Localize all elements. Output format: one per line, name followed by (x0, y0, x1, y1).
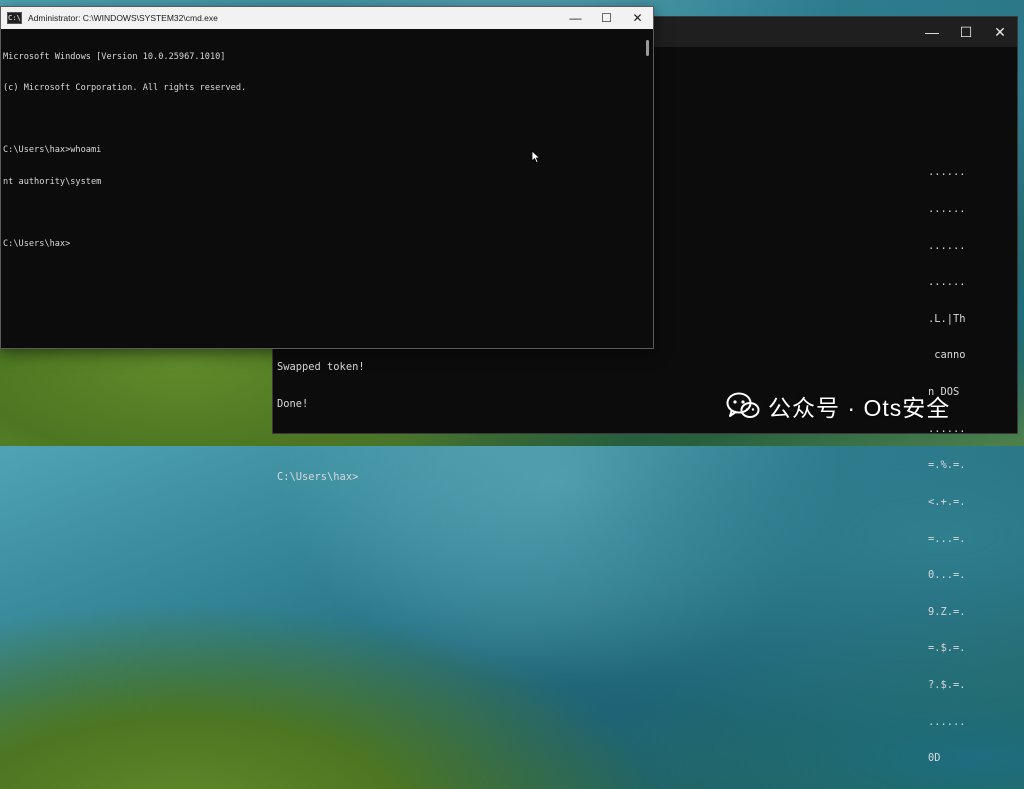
console-line: =.%.=. (928, 459, 966, 472)
console-output[interactable]: Microsoft Windows [Version 10.0.25967.10… (3, 31, 639, 346)
console-line: ...... (928, 203, 966, 216)
window-title: Administrator: C:\WINDOWS\SYSTEM32\cmd.e… (28, 13, 218, 23)
console-line: Done! (277, 398, 309, 411)
mouse-pointer-icon (531, 150, 541, 164)
console-line: nt authority\system (3, 176, 102, 187)
minimize-button[interactable]: — (560, 7, 591, 29)
wechat-icon (726, 392, 760, 418)
console-line: ​ (277, 435, 365, 447)
cmd-window[interactable]: C:\ Administrator: C:\WINDOWS\SYSTEM32\c… (0, 6, 654, 349)
console-line: 0D (928, 752, 941, 765)
console-line: canno (928, 349, 966, 362)
console-line: (c) Microsoft Corporation. All rights re… (3, 83, 247, 94)
console-output-fragments: ...... ...... ...... ...... .L.|Th canno… (928, 142, 998, 789)
console-prompt[interactable]: C:\Users\hax> (3, 239, 639, 249)
console-line: Swapped token! (277, 361, 365, 374)
minimize-button[interactable]: — (915, 17, 949, 47)
console-line: ​ (3, 114, 639, 124)
console-line: ...... (928, 166, 966, 179)
cmd-window-controls: — ☐ ✕ (560, 7, 653, 29)
console-line: Microsoft Windows [Version 10.0.25967.10… (3, 51, 226, 62)
console-line: C:\Users\hax>whoami (3, 145, 102, 156)
console-line: 9.Z.=. (928, 605, 966, 618)
console-line: ...... (928, 422, 966, 435)
console-line: ?.$.=. (928, 678, 966, 691)
console-line: ...... (928, 276, 966, 289)
console-line: =...=. (928, 532, 966, 545)
console-line: 0...=. (928, 569, 966, 582)
console-line: ​ (3, 208, 639, 218)
console-line: ...... (928, 239, 966, 252)
background-window-controls: — ☐ ✕ (915, 17, 1017, 47)
cmd-window-titlebar[interactable]: C:\ Administrator: C:\WINDOWS\SYSTEM32\c… (1, 7, 653, 29)
watermark-text: 公众号 · Ots安全 (768, 395, 951, 421)
close-button[interactable]: ✕ (983, 17, 1017, 47)
desktop-background: — ☐ ✕ ...... ...... ...... ...... .L.|Th… (0, 0, 1024, 764)
cmd-icon: C:\ (7, 12, 22, 24)
console-line: =.$.=. (928, 642, 966, 655)
maximize-button[interactable]: ☐ (949, 17, 983, 47)
close-button[interactable]: ✕ (622, 7, 653, 29)
watermark: 公众号 · Ots安全 (726, 389, 950, 423)
console-prompt[interactable]: C:\Users\hax> (277, 471, 365, 483)
console-line: <.+.=. (928, 495, 966, 508)
console-line: .L.|Th (928, 312, 966, 325)
scrollbar-thumb[interactable] (646, 40, 649, 56)
console-output-bottom: Swapped token! Done! ​ C:\Users\hax> (277, 337, 365, 508)
maximize-button[interactable]: ☐ (591, 7, 622, 29)
console-line: ...... (928, 715, 966, 728)
